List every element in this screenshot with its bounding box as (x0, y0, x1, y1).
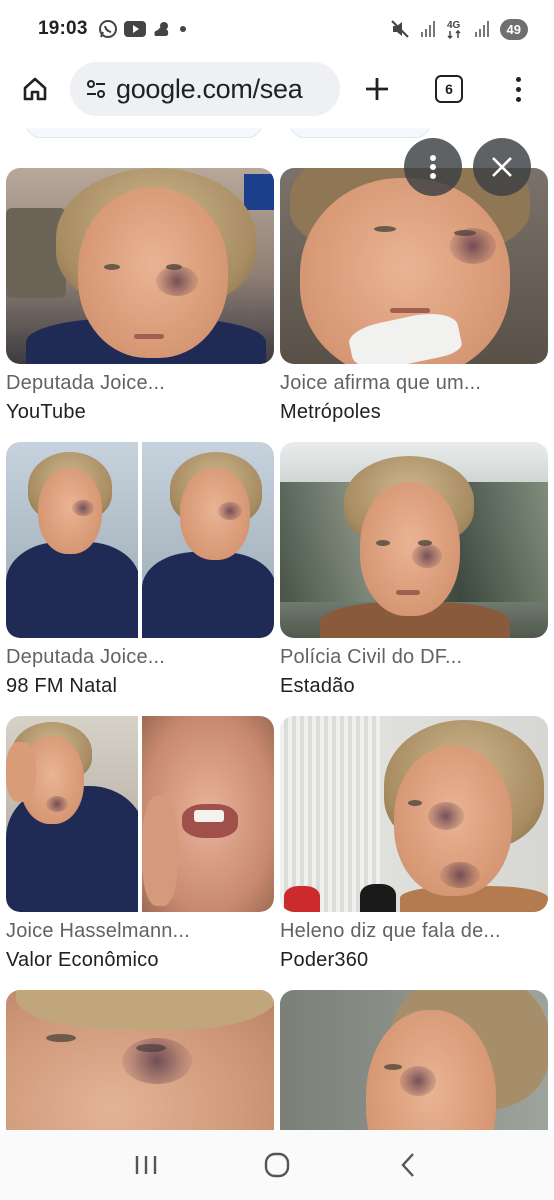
browser-toolbar: google.com/sea 6 (0, 58, 554, 120)
result-card[interactable] (280, 990, 548, 1130)
result-thumbnail[interactable] (6, 442, 274, 638)
more-vert-dot (515, 86, 521, 92)
result-title[interactable]: Heleno diz que fala de... (280, 920, 548, 943)
filter-chip[interactable] (26, 128, 262, 138)
recents-icon (135, 1156, 156, 1174)
result-thumbnail[interactable] (280, 168, 548, 364)
close-icon (492, 157, 512, 177)
result-title[interactable]: Joice afirma que um... (280, 372, 548, 395)
result-card[interactable] (6, 990, 274, 1130)
home-button[interactable] (16, 70, 54, 108)
result-card[interactable]: Deputada Joice... 98 FM Natal (6, 442, 274, 698)
result-thumbnail[interactable] (280, 990, 548, 1130)
home-circle-icon (264, 1152, 290, 1178)
dot-icon (179, 26, 186, 32)
more-options-button[interactable] (404, 138, 462, 196)
new-tab-button[interactable] (360, 72, 394, 106)
result-thumbnail[interactable] (6, 716, 274, 912)
result-title[interactable]: Joice Hasselmann... (6, 920, 274, 943)
more-vert-icon (430, 155, 436, 179)
status-bar: 19:03 4G 49 (0, 0, 554, 58)
home-nav-button[interactable] (257, 1145, 297, 1185)
notification-icons (98, 19, 188, 39)
system-nav-bar (0, 1130, 554, 1200)
filter-chip[interactable] (290, 128, 430, 138)
result-source: Estadão (280, 675, 355, 697)
back-button[interactable] (388, 1145, 428, 1185)
recents-button[interactable] (126, 1145, 166, 1185)
address-bar[interactable]: google.com/sea (70, 62, 340, 116)
result-card[interactable]: Heleno diz que fala de... Poder360 (280, 716, 548, 972)
result-source: Metrópoles (280, 401, 381, 423)
result-title[interactable]: Polícia Civil do DF... (280, 646, 548, 669)
back-icon (401, 1153, 415, 1177)
tab-count: 6 (445, 81, 453, 97)
result-card[interactable]: Polícia Civil do DF... Estadão (280, 442, 548, 698)
tab-switcher-button[interactable]: 6 (435, 75, 463, 103)
result-card[interactable]: Joice Hasselmann... Valor Econômico (6, 716, 274, 972)
result-card[interactable]: Joice afirma que um... Metrópoles (280, 168, 548, 424)
result-source: Poder360 (280, 949, 369, 971)
result-card[interactable]: Deputada Joice... YouTube (6, 168, 274, 424)
result-thumbnail[interactable] (280, 442, 548, 638)
image-results: Deputada Joice... YouTube Joice afirma q… (0, 128, 554, 1130)
battery-level: 49 (499, 18, 528, 40)
url-text[interactable]: google.com/sea (116, 74, 303, 105)
mute-icon (390, 20, 409, 38)
4g-icon: 4G (447, 20, 461, 40)
status-right: 4G 49 (390, 18, 528, 40)
whatsapp-icon (98, 20, 117, 38)
site-info-icon[interactable] (84, 77, 108, 101)
plus-icon (366, 78, 388, 100)
more-vert-dot (515, 96, 521, 102)
home-icon (23, 77, 47, 101)
result-source: YouTube (6, 401, 86, 423)
signal-icon (420, 21, 435, 37)
result-title[interactable]: Deputada Joice... (6, 372, 274, 395)
close-button[interactable] (473, 138, 531, 196)
result-source: Valor Econômico (6, 949, 159, 971)
result-source: 98 FM Natal (6, 675, 118, 697)
svg-text:4G: 4G (447, 20, 461, 31)
browser-menu-button[interactable] (506, 72, 530, 106)
weather-icon (154, 22, 168, 36)
result-thumbnail[interactable] (280, 716, 548, 912)
signal-icon (474, 21, 489, 37)
result-thumbnail[interactable] (6, 168, 274, 364)
more-vert-dot (515, 76, 521, 82)
youtube-icon (123, 21, 146, 37)
result-thumbnail[interactable] (6, 990, 274, 1130)
result-title[interactable]: Deputada Joice... (6, 646, 274, 669)
status-time: 19:03 (38, 18, 88, 39)
